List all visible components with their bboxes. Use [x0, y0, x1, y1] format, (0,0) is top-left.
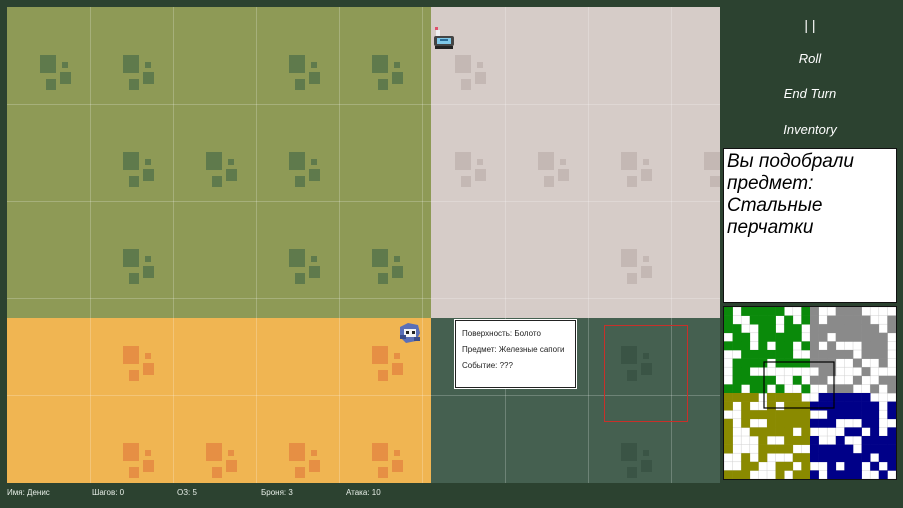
steps-count: Шагов: 0	[92, 488, 125, 497]
minimap[interactable]	[723, 306, 897, 480]
zone-stone	[431, 7, 720, 318]
hp-value: ОЗ: 5	[177, 488, 197, 497]
attack-value: Атака: 10	[346, 488, 381, 497]
event-log: Вы подобрали предмет: Стальные перчатки	[723, 148, 897, 303]
tooltip-surface: Поверхность: Болото	[462, 329, 541, 338]
grid-line	[339, 7, 340, 483]
grid-line	[7, 104, 720, 105]
grid-line	[90, 7, 91, 483]
grid-line	[588, 7, 589, 483]
end-turn-button[interactable]: End Turn	[724, 86, 896, 101]
grid-line	[505, 7, 506, 483]
status-bar: Имя: Денис Шагов: 0 ОЗ: 5 Броня: 3 Атака…	[0, 488, 720, 502]
armor-value: Броня: 3	[261, 488, 293, 497]
grid-line	[256, 7, 257, 483]
grid-line	[173, 7, 174, 483]
game-board[interactable]	[7, 7, 720, 483]
roll-button[interactable]: Roll	[724, 51, 896, 66]
tile-info-tooltip: Поверхность: Болото Предмет: Железные са…	[455, 320, 576, 388]
grid-line	[422, 7, 423, 483]
log-message: Вы подобрали предмет: Стальные перчатки	[727, 151, 854, 238]
grid-line	[7, 298, 720, 299]
player-name: Имя: Денис	[7, 488, 50, 497]
tooltip-event: Событие: ???	[462, 361, 513, 370]
selected-tile-highlight[interactable]	[604, 325, 688, 422]
player-mage-icon[interactable]	[398, 321, 422, 345]
tooltip-item: Предмет: Железные сапоги	[462, 345, 565, 354]
player-knight-icon[interactable]	[432, 26, 456, 50]
inventory-button[interactable]: Inventory	[724, 122, 896, 137]
pause-button[interactable]: | |	[724, 17, 896, 33]
grid-line	[7, 201, 720, 202]
